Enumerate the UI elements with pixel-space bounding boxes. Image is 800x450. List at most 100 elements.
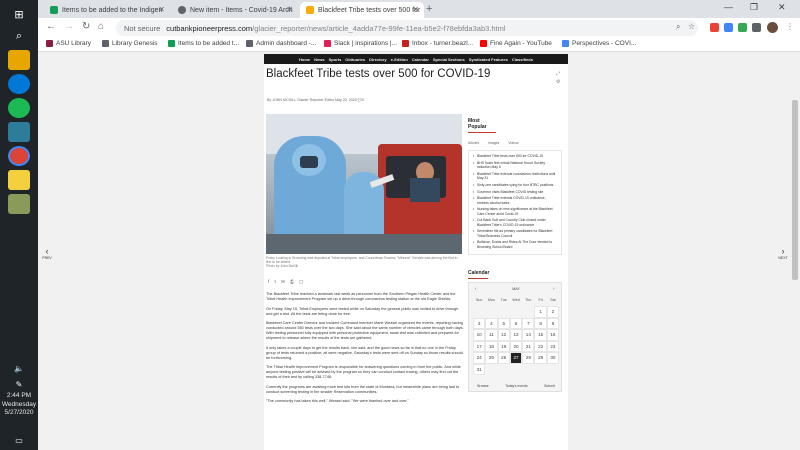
bookmark-items-to-be-added[interactable]: Items to be added t... (168, 40, 239, 47)
list-item[interactable]: Cut Bank Golf and Country Club closed un… (473, 218, 557, 226)
calendar-next-icon[interactable]: › (553, 286, 555, 291)
nav-home[interactable]: Home (299, 57, 310, 62)
calendar-day[interactable]: 21 (522, 340, 535, 352)
list-item[interactable]: Nursing takes on new significance at the… (473, 207, 557, 215)
calendar-day[interactable]: 28 (522, 352, 535, 364)
calendar-day[interactable]: 8 (534, 317, 547, 329)
list-item[interactable]: Blackfeet Tribe extends coronavirus rest… (473, 172, 557, 180)
settings-icon[interactable]: ⚙ (556, 78, 560, 86)
tab-new-item[interactable]: New item - Items - Covid-19 Arch ✕ (172, 2, 298, 18)
close-icon[interactable]: ✕ (158, 5, 165, 14)
calendar-day[interactable]: 16 (546, 329, 560, 341)
calendar-day[interactable]: 31 (473, 363, 486, 375)
nav-news[interactable]: News (314, 57, 324, 62)
email-icon[interactable]: ✉ (281, 279, 287, 284)
article-photo[interactable] (266, 114, 462, 254)
app-icon[interactable] (8, 122, 30, 142)
facebook-icon[interactable]: f (268, 279, 271, 284)
calendar-day[interactable]: 23 (546, 340, 560, 352)
calendar-day[interactable]: 3 (473, 317, 486, 329)
calendar-day[interactable]: 5 (497, 317, 510, 329)
nav-directory[interactable]: Directory (369, 57, 387, 62)
bookmark-fine-again-youtube[interactable]: Fine Again - YouTube (480, 40, 552, 47)
app-icon[interactable] (8, 194, 30, 214)
list-item[interactable]: BHS hosts first virtual National Honor S… (473, 161, 557, 169)
nav-e-edition[interactable]: e-Edition (391, 57, 408, 62)
file-explorer-icon[interactable] (8, 50, 30, 70)
nav-calendar[interactable]: Calendar (412, 57, 429, 62)
new-tab-button[interactable]: + (426, 3, 432, 15)
expand-icon[interactable]: ⤢ (556, 70, 560, 78)
list-item[interactable]: Blackfeet Tribe tests over 500 for COVID… (473, 154, 557, 158)
tab-images[interactable]: Images (488, 141, 499, 145)
calendar-day[interactable]: 4 (485, 317, 498, 329)
calendar-day[interactable]: 29 (534, 352, 547, 364)
calendar-day[interactable]: 13 (509, 329, 523, 341)
calendar-day[interactable]: 1 (534, 306, 547, 318)
back-icon[interactable]: ← (46, 21, 56, 32)
address-bar[interactable]: Not secure cutbankpioneerpress.com /glac… (116, 20, 698, 36)
calendar-submit[interactable]: Submit (544, 384, 555, 388)
forward-icon[interactable]: → (64, 21, 74, 32)
calendar-day[interactable]: 22 (534, 340, 547, 352)
taskbar-clock[interactable]: 2:44 PM Wednesday 5/27/2020 (0, 392, 38, 418)
tab-articles[interactable]: Articles (468, 141, 479, 145)
calendar-day[interactable]: 11 (485, 329, 498, 341)
close-icon[interactable]: ✕ (412, 5, 419, 14)
sticky-notes-icon[interactable] (8, 170, 30, 190)
list-item[interactable]: Blackfeet Tribe extends COVID-19 ordinan… (473, 196, 557, 204)
chrome-icon[interactable] (8, 146, 30, 166)
calendar-day[interactable]: 25 (485, 352, 498, 364)
calendar-day[interactable]: 19 (497, 340, 510, 352)
spotify-icon[interactable] (8, 98, 30, 118)
calendar-browse[interactable]: Browse (477, 384, 488, 388)
calendar-todays-events[interactable]: Today's events (505, 384, 527, 388)
list-item[interactable]: Seventeen file as primary candidates for… (473, 229, 557, 237)
nav-sports[interactable]: Sports (329, 57, 342, 62)
list-item[interactable]: Bullshoe, Evans and Rides At The Door el… (473, 240, 557, 248)
home-icon[interactable]: ⌂ (98, 21, 104, 32)
prev-article-button[interactable]: ‹ PREV (40, 246, 54, 260)
start-icon[interactable]: ⊞ (8, 4, 30, 24)
save-icon[interactable]: ▢ (299, 279, 305, 284)
reload-icon[interactable]: ↻ (82, 21, 90, 32)
bookmark-library-genesis[interactable]: Library Genesis (102, 40, 158, 47)
calendar-day[interactable]: 7 (522, 317, 535, 329)
bookmark-asu-library[interactable]: ASU Library (46, 40, 91, 47)
calendar-day[interactable]: 2 (546, 306, 560, 318)
menu-icon[interactable]: ⋮ (786, 22, 794, 31)
calendar-day[interactable]: 14 (522, 329, 535, 341)
window-close-icon[interactable]: ✕ (778, 2, 786, 13)
extension-icon[interactable] (752, 23, 761, 32)
bookmark-perspectives[interactable]: Perspectives - COVI... (562, 40, 636, 47)
nav-obituaries[interactable]: Obituaries (345, 57, 365, 62)
zoom-icon[interactable]: ⌕ (676, 22, 680, 32)
search-icon[interactable]: ⌕ (8, 26, 30, 46)
list-item[interactable]: Sixty-one candidates vying for four BTBC… (473, 183, 557, 187)
bookmark-inbox[interactable]: Inbox - turner.beazl... (402, 40, 473, 47)
calendar-day-today[interactable]: 27 (509, 352, 523, 364)
nav-classifieds[interactable]: Classifieds (512, 57, 533, 62)
minimize-icon[interactable]: — (724, 2, 733, 12)
extension-icon[interactable] (710, 23, 719, 32)
calendar-day[interactable]: 18 (485, 340, 498, 352)
nav-syndicated-features[interactable]: Syndicated Features (469, 57, 508, 62)
tab-videos[interactable]: Videos (508, 141, 518, 145)
extension-icon[interactable] (724, 23, 733, 32)
next-article-button[interactable]: › NEXT (776, 246, 790, 260)
tab-blackfeet-article[interactable]: Blackfeet Tribe tests over 500 for ✕ (300, 2, 424, 18)
calendar-day[interactable]: 26 (497, 352, 510, 364)
calendar-day[interactable]: 10 (473, 329, 486, 341)
calendar-day[interactable]: 12 (497, 329, 510, 341)
bookmark-star-icon[interactable]: ☆ (688, 22, 695, 31)
comment-count[interactable]: 0 (362, 98, 364, 102)
print-icon[interactable]: ⎙ (290, 279, 296, 284)
extension-icon[interactable] (738, 23, 747, 32)
calendar-day[interactable]: 24 (473, 352, 486, 364)
maximize-icon[interactable]: ❐ (750, 2, 758, 13)
pen-icon[interactable]: ✎ (8, 374, 30, 394)
calendar-day[interactable]: 17 (473, 340, 486, 352)
list-item[interactable]: Governor visits Blackfeet COVID testing … (473, 190, 557, 194)
app-icon[interactable] (8, 74, 30, 94)
notification-icon[interactable]: ▭ (8, 430, 30, 450)
